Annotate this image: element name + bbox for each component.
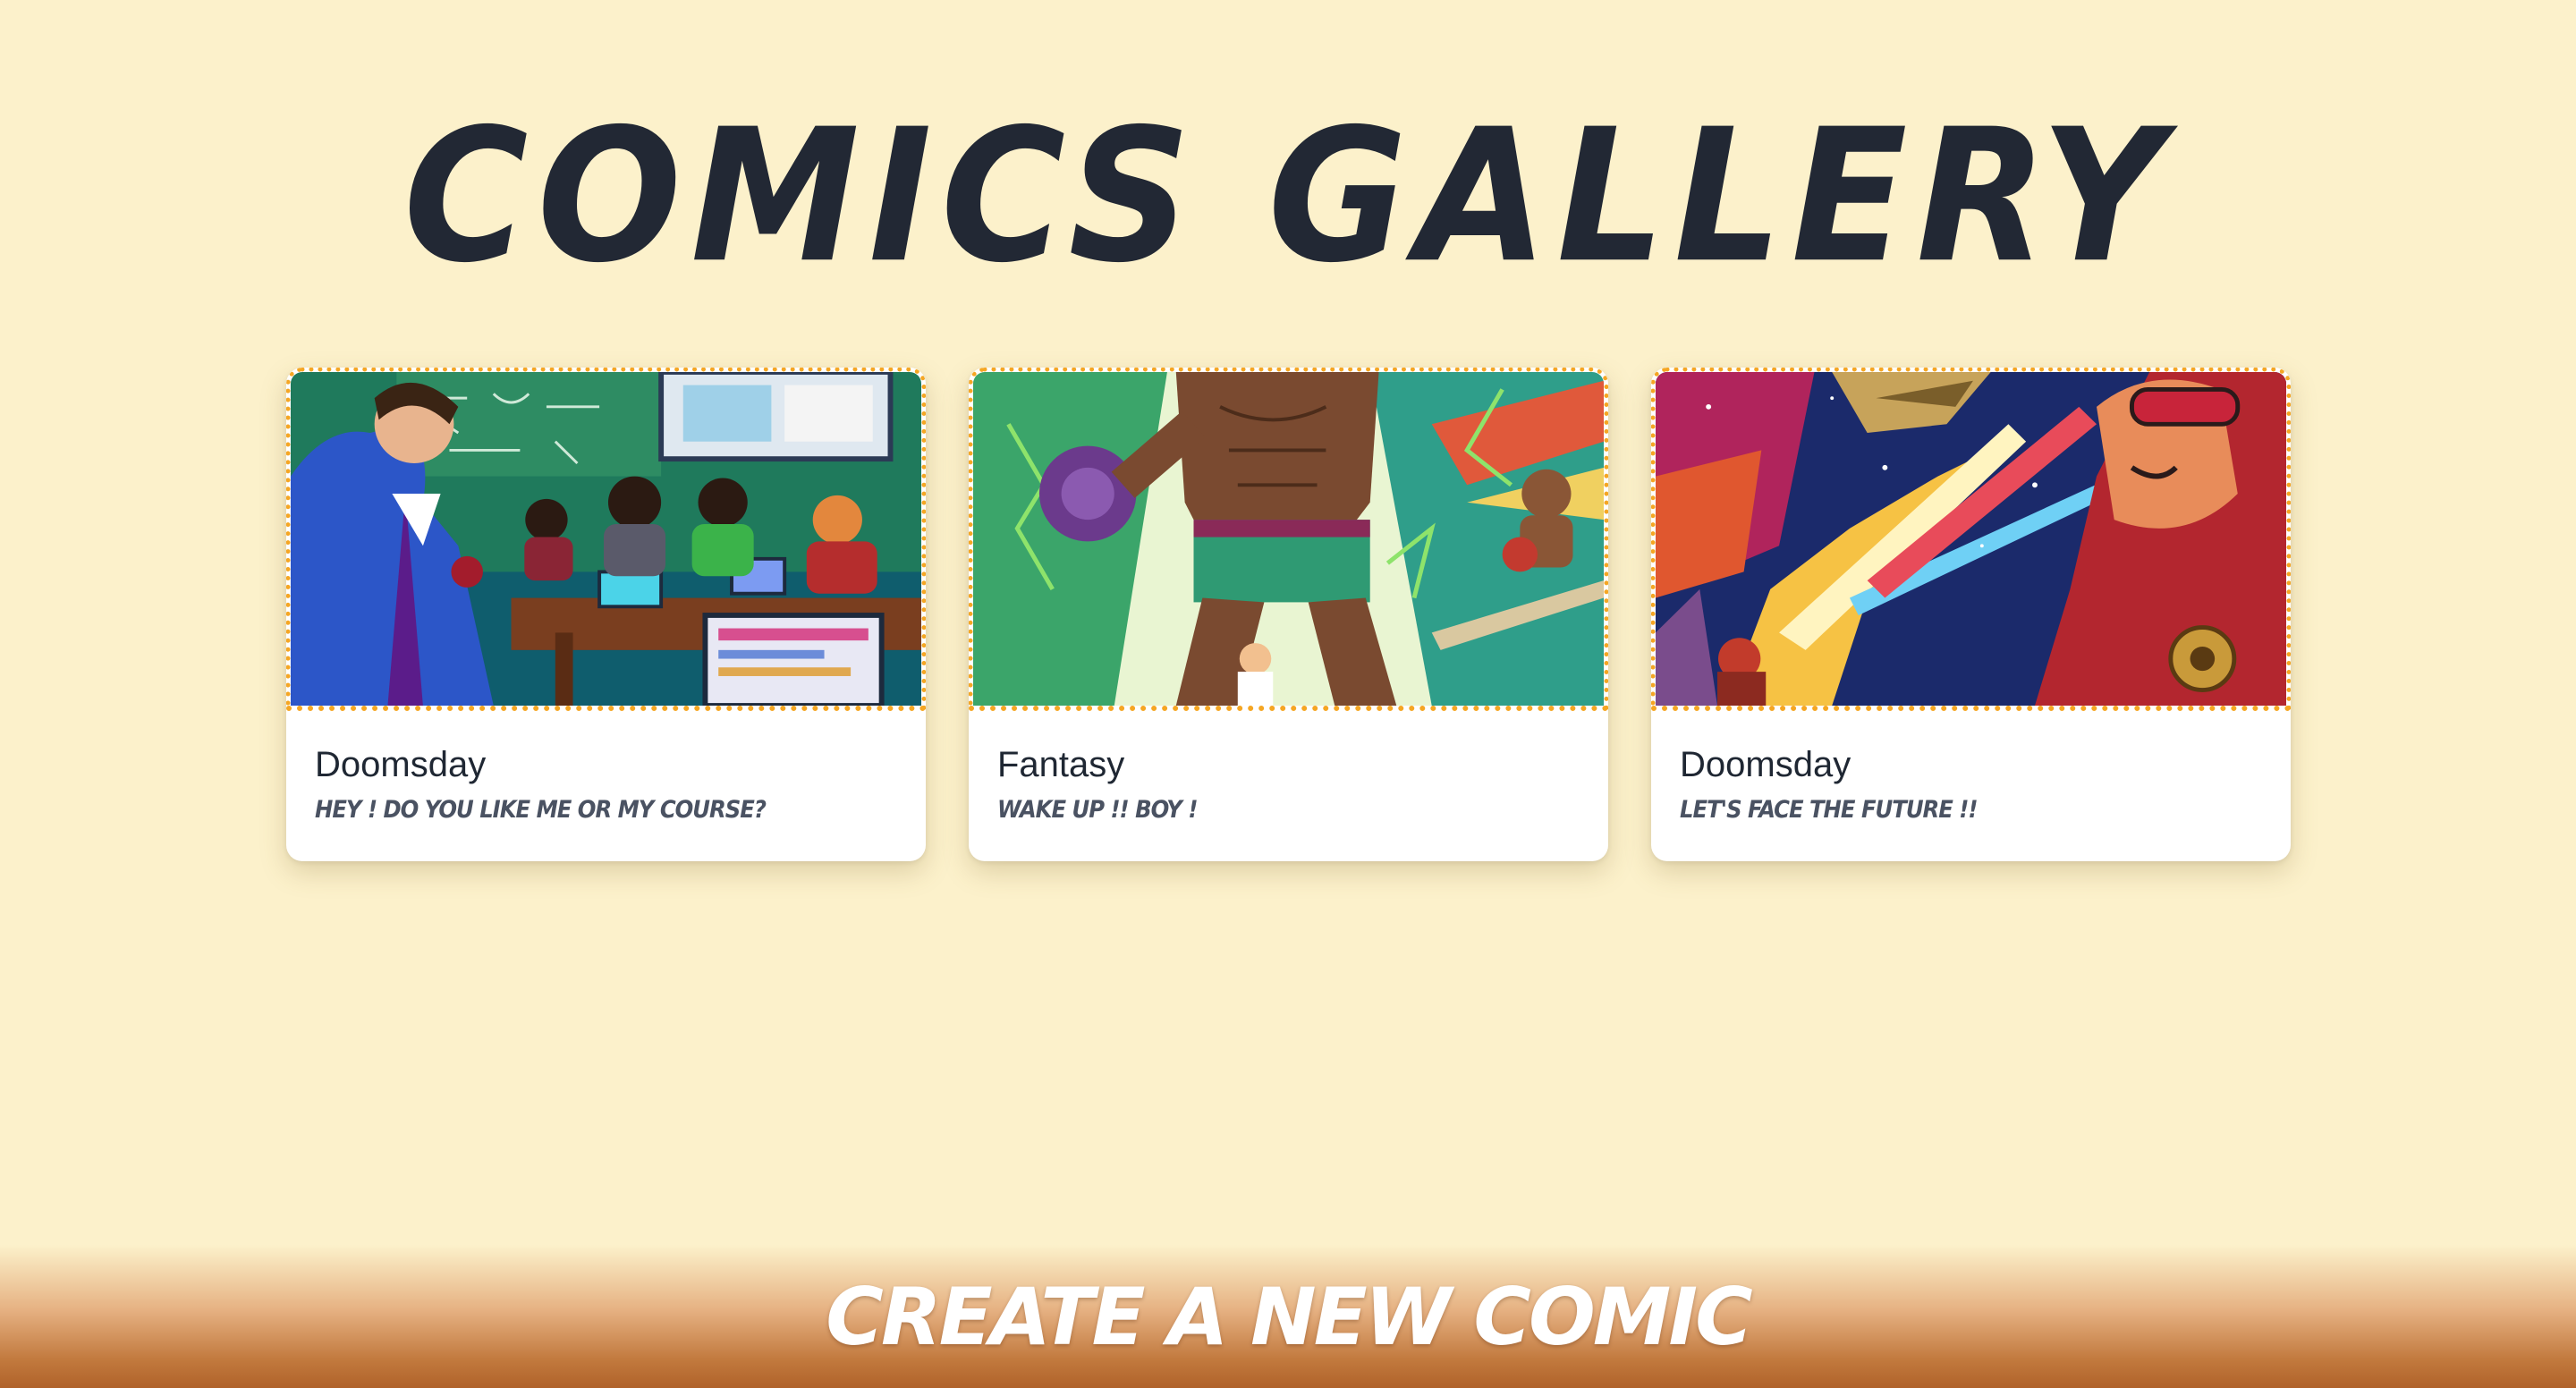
- comic-card[interactable]: Doomsday LET'S FACE THE FUTURE !!: [1651, 368, 2291, 861]
- comic-thumbnail[interactable]: [286, 368, 926, 711]
- comic-title: Doomsday: [315, 745, 487, 784]
- comic-thumbnail[interactable]: [1651, 368, 2291, 711]
- comic-card-body: Doomsday HEY ! DO YOU LIKE ME OR MY COUR…: [286, 711, 926, 825]
- comics-grid: Doomsday HEY ! DO YOU LIKE ME OR MY COUR…: [286, 368, 2291, 861]
- comic-title: Doomsday: [1680, 745, 1852, 784]
- comic-card[interactable]: Doomsday HEY ! DO YOU LIKE ME OR MY COUR…: [286, 368, 926, 861]
- comic-thumbnail[interactable]: [969, 368, 1608, 711]
- comic-card-body: Fantasy WAKE UP !! BOY !: [969, 711, 1608, 825]
- footer-bar: CREATE A NEW COMIC: [0, 1245, 2576, 1388]
- page-title: COMICS GALLERY: [403, 89, 2173, 303]
- comic-caption: WAKE UP !! BOY !: [997, 796, 1198, 824]
- comic-card-body: Doomsday LET'S FACE THE FUTURE !!: [1651, 711, 2291, 825]
- boxer-illustration: [973, 372, 1604, 706]
- comic-title: Fantasy: [997, 745, 1125, 784]
- comics-gallery-page: COMICS GALLERY Doomsday HEY ! DO YOU LIK…: [0, 0, 2576, 1388]
- comic-caption: HEY ! DO YOU LIKE ME OR MY COURSE?: [315, 796, 767, 824]
- comic-card[interactable]: Fantasy WAKE UP !! BOY !: [969, 368, 1608, 861]
- create-new-comic-button[interactable]: CREATE A NEW COMIC: [0, 1268, 2576, 1367]
- space-pilot-illustration: [1656, 372, 2286, 706]
- comic-caption: LET'S FACE THE FUTURE !!: [1680, 796, 1978, 824]
- classroom-illustration: [291, 372, 921, 706]
